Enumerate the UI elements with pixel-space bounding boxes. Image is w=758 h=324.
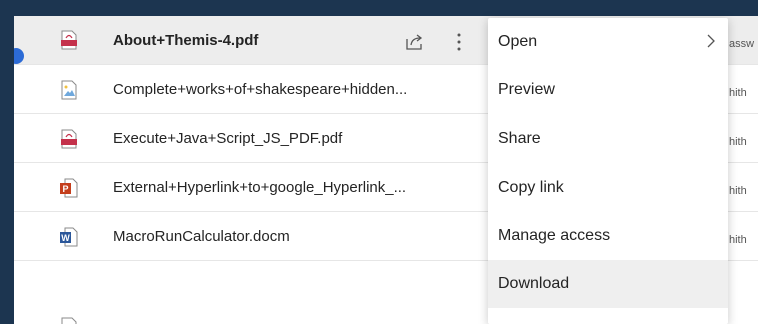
- pdf-file-icon: [61, 30, 77, 50]
- svg-text:P: P: [62, 184, 68, 194]
- file-name[interactable]: Complete+works+of+shakespeare+hidden...: [113, 81, 407, 99]
- menu-item-manage-access[interactable]: Manage access: [488, 212, 728, 260]
- selected-check-icon[interactable]: [14, 48, 24, 64]
- menu-item-label: Download: [498, 275, 570, 292]
- file-name[interactable]: External+Hyperlink+to+google_Hyperlink_.…: [113, 179, 406, 197]
- file-name[interactable]: About+Themis-4.pdf: [113, 32, 258, 50]
- menu-item-label: Share: [498, 130, 541, 147]
- shared-by-text: hith: [729, 136, 747, 148]
- shared-by-text: hith: [729, 234, 747, 246]
- chevron-right-icon: [707, 34, 715, 48]
- shared-by-text: hith: [729, 185, 747, 197]
- share-icon[interactable]: [405, 33, 425, 51]
- menu-item-label: Open: [498, 33, 538, 50]
- shared-by-text: hith: [729, 87, 747, 99]
- menu-item-share[interactable]: Share: [488, 115, 728, 163]
- file-icon: [61, 317, 77, 324]
- menu-item-label: Copy link: [498, 179, 564, 196]
- image-file-icon: [61, 80, 77, 100]
- menu-item-download[interactable]: Download: [488, 260, 728, 308]
- word-file-icon: W: [60, 227, 78, 247]
- menu-item-open[interactable]: Open: [488, 18, 728, 66]
- menu-item-label: Preview: [498, 81, 555, 98]
- svg-text:W: W: [61, 233, 70, 243]
- file-name[interactable]: MacroRunCalculator.docm: [113, 228, 290, 246]
- powerpoint-file-icon: P: [60, 178, 78, 198]
- menu-item-copy-link[interactable]: Copy link: [488, 164, 728, 212]
- file-name[interactable]: Execute+Java+Script_JS_PDF.pdf: [113, 130, 342, 148]
- menu-item-preview[interactable]: Preview: [488, 66, 728, 114]
- context-menu: Open Preview Share Copy link Manage acce…: [488, 18, 728, 324]
- shared-by-text: assw: [729, 38, 755, 50]
- more-vertical-icon[interactable]: [454, 31, 464, 53]
- pdf-file-icon: [61, 129, 77, 149]
- menu-item-label: Manage access: [498, 227, 611, 244]
